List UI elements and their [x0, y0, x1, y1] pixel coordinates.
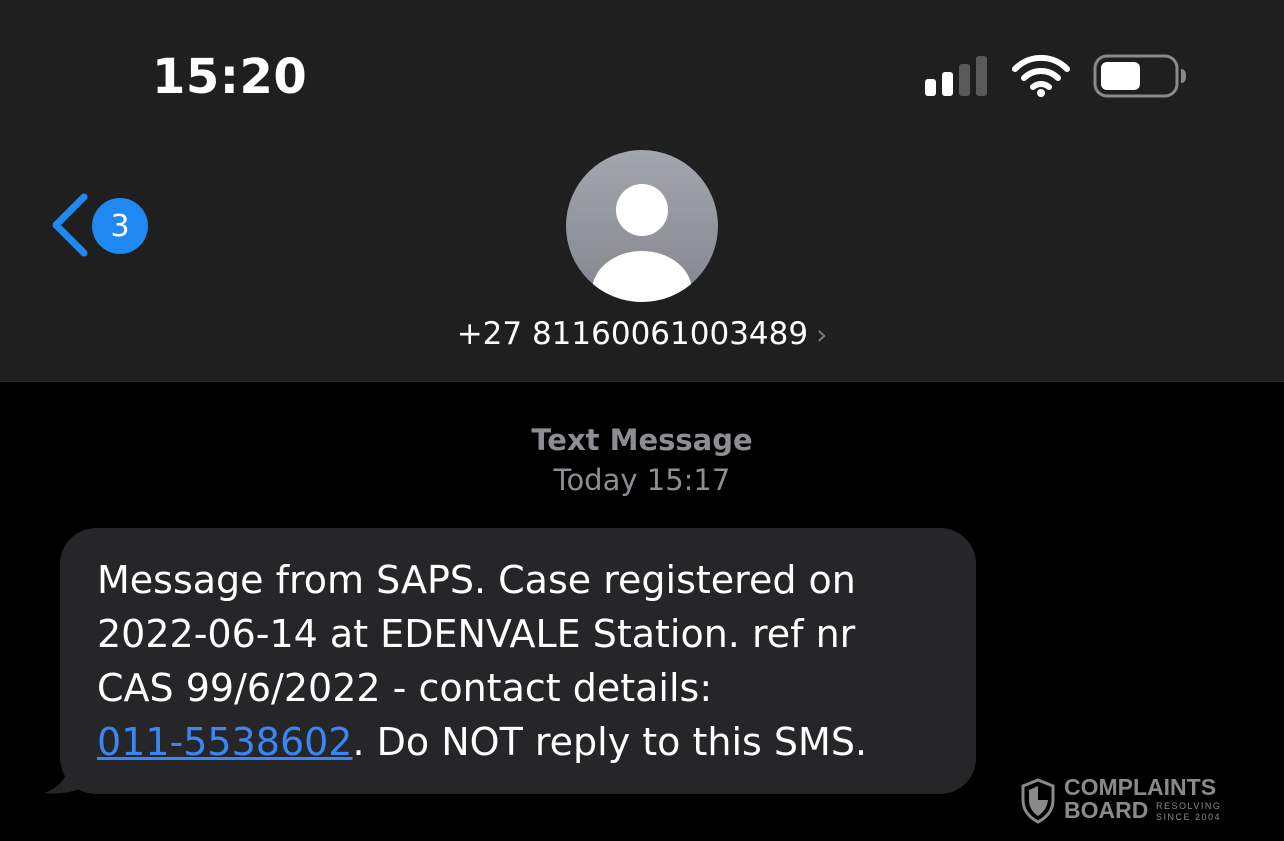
- contact-title[interactable]: +27 81160061003489 ›: [0, 312, 1284, 357]
- thread-info: Text Message Today 15:17: [0, 420, 1284, 500]
- conversation-header: 15:20 3 +27 81160061003489 ›: [0, 0, 1284, 382]
- shield-icon: [1021, 778, 1055, 824]
- person-placeholder-icon: [592, 184, 692, 302]
- watermark-logo: COMPLAINTS BOARD RESOLVING SINCE 2004: [1020, 776, 1240, 828]
- message-line: CAS 99/6/2022 - contact details:: [97, 666, 713, 710]
- cellular-signal-icon: [925, 56, 987, 96]
- contact-number: +27 81160061003489: [456, 316, 809, 352]
- message-line: 2022-06-14 at EDENVALE Station. ref nr: [97, 612, 856, 656]
- status-time: 15:20: [152, 49, 308, 105]
- chevron-right-icon: ›: [816, 318, 828, 351]
- message-text: Message from SAPS. Case registered on 20…: [97, 553, 967, 769]
- back-button[interactable]: 3: [44, 192, 150, 258]
- message-type-label: Text Message: [531, 423, 753, 457]
- watermark-tagline-bottom: SINCE 2004: [1156, 812, 1222, 822]
- contact-avatar[interactable]: [566, 150, 718, 302]
- message-line: 011-5538602. Do NOT reply to this SMS.: [97, 715, 967, 769]
- message-line-rest: . Do NOT reply to this SMS.: [352, 720, 868, 764]
- chevron-left-icon: [52, 193, 88, 257]
- unread-count-badge: 3: [92, 198, 148, 254]
- message-timestamp: Today 15:17: [553, 463, 731, 497]
- phone-number-link[interactable]: 011-5538602: [97, 720, 352, 764]
- watermark-brand-top: COMPLAINTS: [1064, 774, 1217, 800]
- message-line: Message from SAPS. Case registered on: [97, 558, 856, 602]
- wifi-icon: [1012, 55, 1070, 97]
- watermark-tagline-top: RESOLVING: [1156, 801, 1222, 811]
- battery-icon: [1093, 54, 1186, 98]
